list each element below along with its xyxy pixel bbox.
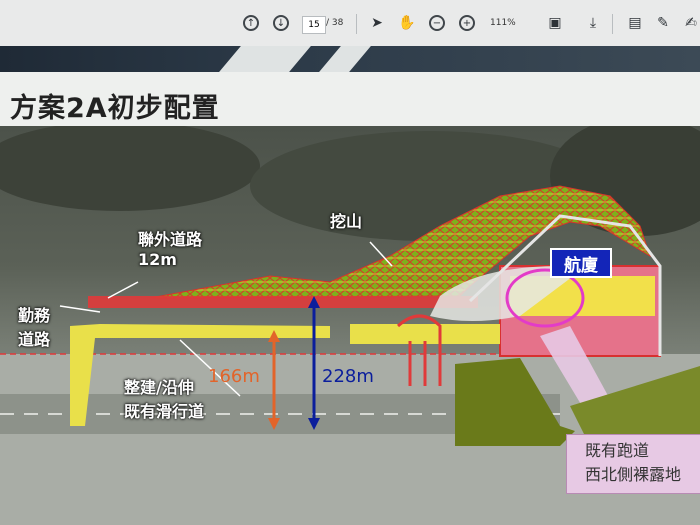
download-icon[interactable]: ⤓: [582, 12, 604, 34]
divider: [612, 14, 613, 34]
label-service-road-1: 勤務: [18, 306, 51, 325]
label-access-road: 聯外道路: [138, 230, 203, 249]
down-icon[interactable]: ↓: [270, 12, 292, 34]
callout-line-1: 既有跑道: [585, 441, 650, 460]
page-total: / 38: [326, 18, 344, 28]
zoom-out-icon[interactable]: −: [426, 12, 448, 34]
pen-icon[interactable]: ✎: [652, 12, 674, 34]
terminal-label: 航廈: [550, 248, 612, 278]
label-dig: 挖山: [330, 212, 363, 231]
divider: [356, 14, 357, 34]
slide-title: 方案2A初步配置: [10, 93, 220, 124]
label-service-road-2: 道路: [18, 330, 51, 349]
runway-callout: 既有跑道 西北側裸露地: [566, 434, 700, 494]
leader-line: [107, 281, 139, 299]
pointer-icon[interactable]: ➤: [366, 12, 388, 34]
dim-166-label: 166m: [208, 366, 260, 387]
label-taxiway-2: 既有滑行道: [124, 402, 205, 421]
access-road: [88, 296, 478, 308]
zoom-in-icon[interactable]: +: [456, 12, 478, 34]
terrain-shade: [0, 126, 260, 211]
label-road-width: 12m: [138, 250, 177, 269]
hand-icon[interactable]: ✋: [396, 12, 418, 34]
label-taxiway-1: 整建/沿伸: [124, 378, 194, 397]
pdf-toolbar: ↑ ↓ 15 / 38 ➤ ✋ − + 111% ▣ ⤓ ▤ ✎ ✍: [0, 0, 700, 47]
page-number-input[interactable]: 15: [302, 16, 326, 34]
up-icon[interactable]: ↑: [240, 12, 262, 34]
callout-line-2: 西北側裸露地: [585, 465, 682, 484]
sign-icon[interactable]: ✍: [680, 12, 700, 34]
zoom-select[interactable]: 111%: [490, 18, 516, 28]
comment-icon[interactable]: ▤: [624, 12, 646, 34]
fit-icon[interactable]: ▣: [544, 12, 566, 34]
dim-228-label: 228m: [322, 366, 374, 387]
